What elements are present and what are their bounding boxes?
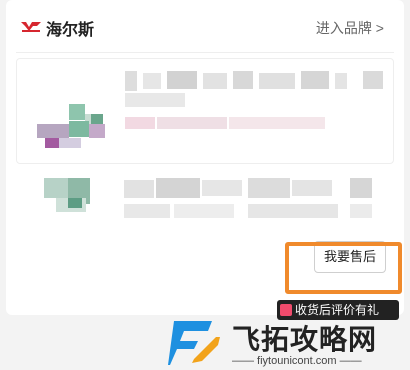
product-item[interactable] — [16, 58, 394, 164]
brand-name: 海尔斯 — [46, 22, 95, 39]
brand-header[interactable]: 海尔斯 进入品牌 > — [6, 0, 404, 52]
brand-logo-icon — [21, 22, 41, 32]
highlight-frame — [285, 242, 402, 294]
divider — [16, 52, 394, 53]
watermark-subtitle: —— fiytounicont.com —— — [232, 355, 362, 367]
watermark-logo-icon — [168, 321, 220, 365]
enter-brand-link[interactable]: 进入品牌 > — [316, 18, 384, 38]
product-item[interactable] — [16, 168, 392, 238]
watermark: 飞拓攻略网 —— fiytounicont.com —— — [160, 315, 410, 370]
watermark-title: 飞拓攻略网 — [232, 324, 378, 355]
